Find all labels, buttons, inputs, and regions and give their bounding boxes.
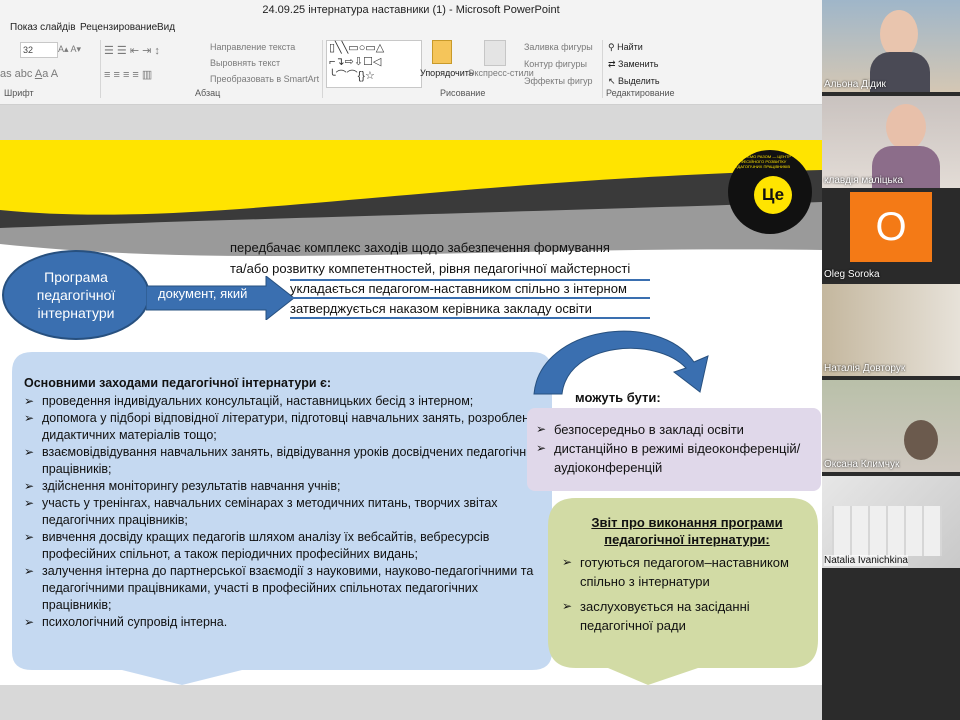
arrow-label: документ, який (158, 286, 248, 301)
group-paragraph-label: Абзац (195, 88, 221, 98)
participant-name: Наталія Довторук (824, 363, 906, 374)
tab-review[interactable]: Рецензирование (80, 22, 157, 33)
program-oval: Програма педагогічної інтернатури (2, 250, 150, 340)
binoculars-icon: ⚲ (608, 42, 618, 52)
participant-initial-avatar: O (850, 192, 932, 262)
shapes-gallery[interactable]: ▯╲╲▭○▭△ ⌐↴⇨⇩☐◁ ╰⌒⌒{}☆ (326, 40, 422, 88)
tile-pattern (832, 506, 942, 556)
separator (602, 40, 603, 98)
participant-name: Альона Дідик (824, 79, 886, 90)
arrange-button[interactable]: Упорядочить (420, 68, 474, 78)
participant-name: Oleg Soroka (824, 269, 880, 280)
smartart-button[interactable]: Преобразовать в SmartArt (210, 74, 319, 84)
separator (322, 40, 323, 98)
shape-outline-button[interactable]: Контур фигуры (524, 59, 587, 69)
participant-tile[interactable]: Альона Дідик (822, 0, 960, 92)
measure-item: залучення інтерна до партнерської взаємо… (24, 563, 549, 614)
participant-name: Natalia Ivanichkina (824, 555, 908, 566)
ribbon: 24.09.25 інтернатура наставники (1) - Mi… (0, 0, 822, 105)
group-editing-label: Редактирование (606, 88, 675, 98)
definition-line-3: укладається педагогом-наставником спільн… (290, 281, 627, 296)
shape-effects-button[interactable]: Эффекты фигур (524, 76, 593, 86)
measure-item: психологічний супровід інтерна. (24, 614, 549, 631)
group-font-label: Шрифт (4, 88, 34, 98)
font-format-buttons[interactable]: as abc Aa A (0, 68, 58, 80)
participant-face (886, 104, 926, 150)
select-button[interactable]: ↖ Выделить (608, 76, 660, 87)
replace-button[interactable]: ⇄ Заменить (608, 59, 659, 70)
align-text-button[interactable]: Выровнять текст (210, 58, 280, 68)
report-item: заслуховується на засіданні педагогічної… (562, 597, 807, 635)
can-be-item: дистанційно в режимі відеоконференцій/ау… (536, 439, 816, 477)
measure-item: взаємовідвідування навчальних занять, ві… (24, 444, 549, 478)
can-be-list: безпосередньо в закладі освіти дистанцій… (536, 420, 816, 477)
report-list: готуються педагогом–наставником спільно … (562, 553, 807, 635)
participant-name: Оксана Климчук (824, 459, 900, 470)
grow-font-icon[interactable]: A▴ A▾ (58, 44, 81, 55)
separator (100, 40, 101, 98)
participant-tile[interactable]: O Oleg Soroka (822, 190, 960, 282)
slide: Це ПРАЦЮЄМО РАЗОМ — ЦЕНТР ПРОФЕСІЙНОГО Р… (0, 140, 822, 685)
measure-item: допомога у підборі відповідної літератур… (24, 410, 549, 444)
replace-icon: ⇄ (608, 59, 619, 69)
definition-line-2: та/або розвитку компетентностей, рівня п… (230, 261, 631, 276)
measure-item: проведення індивідуальних консультацій, … (24, 393, 549, 410)
cursor-icon: ↖ (608, 76, 619, 86)
can-be-title: можуть бути: (575, 390, 661, 405)
measures-title: Основними заходами педагогічної інтернат… (24, 376, 332, 390)
arrange-icon (432, 40, 452, 64)
quick-styles-icon (484, 40, 506, 66)
measure-item: здійснення моніторингу результатів навча… (24, 478, 549, 495)
participant-tile[interactable]: Наталія Довторук (822, 284, 960, 376)
tab-view[interactable]: Вид (157, 22, 175, 33)
group-drawing-label: Рисование (440, 88, 486, 98)
align-buttons[interactable]: ≡ ≡ ≡ ≡ ▥ (104, 68, 152, 81)
window-title: 24.09.25 інтернатура наставники (1) - Mi… (262, 4, 560, 16)
participant-tile[interactable]: клавдія маліцька (822, 96, 960, 188)
report-title: Звіт про виконання програми педагогічної… (591, 515, 783, 547)
text-direction-button[interactable]: Направление текста (210, 42, 295, 52)
shape-fill-button[interactable]: Заливка фигуры (524, 42, 593, 52)
font-size-select[interactable]: 32 (20, 42, 58, 58)
participant-tile[interactable]: Оксана Климчук (822, 380, 960, 472)
can-be-item: безпосередньо в закладі освіти (536, 420, 816, 439)
blue-rule (290, 297, 650, 299)
measure-item: вивчення досвіду кращих педагогів шляхом… (24, 529, 549, 563)
logo-ring-text: ПРАЦЮЄМО РАЗОМ — ЦЕНТР ПРОФЕСІЙНОГО РОЗВ… (732, 154, 792, 169)
find-button[interactable]: ⚲ Найти (608, 42, 643, 53)
tab-slideshow[interactable]: Показ слайдів (10, 22, 76, 33)
definition-line-4: затверджується наказом керівника закладу… (290, 301, 592, 316)
participant-tile[interactable]: Natalia Ivanichkina (822, 476, 960, 568)
definition-line-1: передбачає комплекс заходів щодо забезпе… (230, 240, 610, 255)
participant-name: клавдія маліцька (824, 175, 903, 186)
measure-item: участь у тренінгах, навчальних семінарах… (24, 495, 549, 529)
measures-list: Основними заходами педагогічної інтернат… (24, 375, 549, 631)
participant-face (880, 10, 918, 58)
participant-face (904, 420, 938, 460)
report-item: готуються педагогом–наставником спільно … (562, 553, 807, 591)
center-logo: Це ПРАЦЮЄМО РАЗОМ — ЦЕНТР ПРОФЕСІЙНОГО Р… (728, 150, 812, 234)
participants-panel: Альона Дідик клавдія маліцька O Oleg Sor… (822, 0, 960, 720)
curved-arrow (533, 330, 709, 395)
list-buttons[interactable]: ☰ ☰ ⇤ ⇥ ↕ (104, 44, 160, 57)
